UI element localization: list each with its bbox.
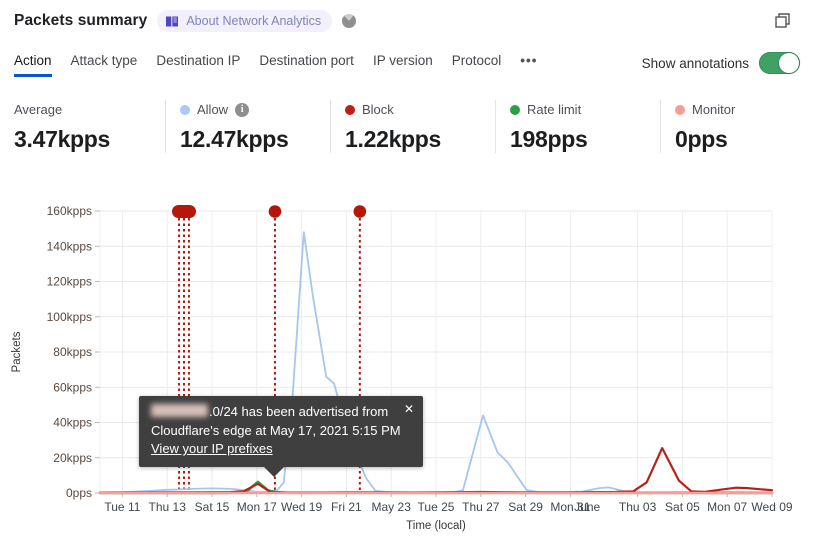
duplicate-window-icon[interactable] bbox=[775, 13, 790, 28]
badge-label: About Network Analytics bbox=[186, 14, 322, 28]
block-dot-icon bbox=[345, 105, 355, 115]
stat-allow: Allow 12.47kpps bbox=[165, 100, 330, 153]
svg-text:Mon 07: Mon 07 bbox=[707, 500, 747, 514]
packets-chart[interactable]: Packets Time (local) 0pps 20kpps 40kpps 60k… bbox=[0, 190, 816, 545]
about-network-analytics-badge[interactable]: About Network Analytics bbox=[157, 10, 333, 32]
stat-monitor: Monitor 0pps bbox=[660, 100, 816, 153]
svg-text:Thu 03: Thu 03 bbox=[619, 500, 657, 514]
tab-ip-version[interactable]: IP version bbox=[373, 52, 433, 77]
svg-text:Wed 19: Wed 19 bbox=[281, 500, 322, 514]
svg-text:Fri 21: Fri 21 bbox=[331, 500, 362, 514]
svg-text:Sat 29: Sat 29 bbox=[508, 500, 543, 514]
stat-value: 1.22kpps bbox=[345, 126, 442, 152]
svg-text:Sat 05: Sat 05 bbox=[665, 500, 700, 514]
svg-text:120kpps: 120kpps bbox=[47, 275, 92, 289]
tooltip-arrow bbox=[263, 465, 285, 477]
annotation-tooltip: ✕ .0/24 has been advertised from Cloudfl… bbox=[139, 396, 423, 477]
svg-text:May 23: May 23 bbox=[372, 500, 412, 514]
svg-text:Tue 25: Tue 25 bbox=[418, 500, 455, 514]
stat-value: 0pps bbox=[675, 126, 728, 152]
show-annotations-toggle[interactable] bbox=[759, 52, 800, 74]
stat-block: Block 1.22kpps bbox=[330, 100, 495, 153]
stat-rate-limit: Rate limit 198pps bbox=[495, 100, 660, 153]
svg-text:Sat 15: Sat 15 bbox=[195, 500, 230, 514]
stat-value: 198pps bbox=[510, 126, 588, 152]
svg-text:100kpps: 100kpps bbox=[47, 310, 92, 324]
svg-text:Wed 09: Wed 09 bbox=[751, 500, 792, 514]
x-axis-title: Time (local) bbox=[406, 520, 466, 532]
stat-label: Allow bbox=[197, 102, 229, 117]
info-icon[interactable] bbox=[235, 103, 250, 117]
tab-attack-type[interactable]: Attack type bbox=[71, 52, 138, 77]
svg-text:40kpps: 40kpps bbox=[53, 416, 92, 430]
svg-text:Tue 11: Tue 11 bbox=[104, 500, 140, 514]
stat-value: 3.47kpps bbox=[14, 126, 111, 152]
tab-action[interactable]: Action bbox=[14, 52, 52, 77]
svg-text:Thu 13: Thu 13 bbox=[149, 500, 187, 514]
header: Packets summary About Network Analytics bbox=[14, 10, 357, 32]
show-annotations-label: Show annotations bbox=[641, 55, 749, 71]
network-analytics-panel: Packets summary About Network Analytics … bbox=[0, 0, 816, 545]
stat-value: 12.47kpps bbox=[180, 126, 289, 152]
svg-text:June: June bbox=[574, 500, 600, 514]
stat-label: Block bbox=[362, 102, 394, 117]
stat-label: Rate limit bbox=[527, 102, 582, 117]
monitor-dot-icon bbox=[675, 105, 685, 115]
allow-dot-icon bbox=[180, 105, 190, 115]
stats-row: Average 3.47kpps Allow 12.47kpps Block 1… bbox=[0, 100, 816, 153]
toggle-knob bbox=[779, 53, 799, 73]
stat-average: Average 3.47kpps bbox=[0, 100, 165, 153]
svg-text:Thu 27: Thu 27 bbox=[462, 500, 500, 514]
rate-limit-dot-icon bbox=[510, 105, 520, 115]
svg-text:Mon 17: Mon 17 bbox=[237, 500, 277, 514]
book-icon bbox=[166, 16, 179, 26]
svg-text:80kpps: 80kpps bbox=[53, 345, 92, 359]
tab-protocol[interactable]: Protocol bbox=[452, 52, 502, 77]
dimension-tabs: Action Attack type Destination IP Destin… bbox=[14, 52, 537, 77]
chart-area: Packets Time (local) 0pps 20kpps 40kpps 60k… bbox=[0, 190, 816, 545]
tab-destination-port[interactable]: Destination port bbox=[259, 52, 354, 77]
tooltip-line1: .0/24 has been advertised from bbox=[151, 403, 411, 422]
page-title: Packets summary bbox=[14, 12, 148, 29]
view-ip-prefixes-link[interactable]: View your IP prefixes bbox=[151, 441, 273, 456]
svg-text:20kpps: 20kpps bbox=[53, 451, 92, 465]
tab-destination-ip[interactable]: Destination IP bbox=[156, 52, 240, 77]
svg-text:160kpps: 160kpps bbox=[47, 204, 92, 218]
svg-text:60kpps: 60kpps bbox=[53, 380, 92, 394]
stat-label: Monitor bbox=[692, 102, 736, 117]
stat-label: Average bbox=[14, 102, 63, 117]
show-annotations-control: Show annotations bbox=[642, 52, 800, 74]
y-axis-title: Packets bbox=[11, 331, 23, 372]
usage-pie-icon[interactable] bbox=[342, 14, 357, 28]
svg-text:140kpps: 140kpps bbox=[47, 239, 92, 253]
close-icon[interactable]: ✕ bbox=[404, 400, 414, 419]
tooltip-line2: Cloudflare's edge at May 17, 2021 5:15 P… bbox=[151, 422, 401, 438]
svg-text:0pps: 0pps bbox=[66, 486, 92, 500]
redacted-ip-prefix bbox=[151, 404, 208, 417]
tab-more-ellipsis-icon[interactable]: ••• bbox=[520, 52, 537, 77]
